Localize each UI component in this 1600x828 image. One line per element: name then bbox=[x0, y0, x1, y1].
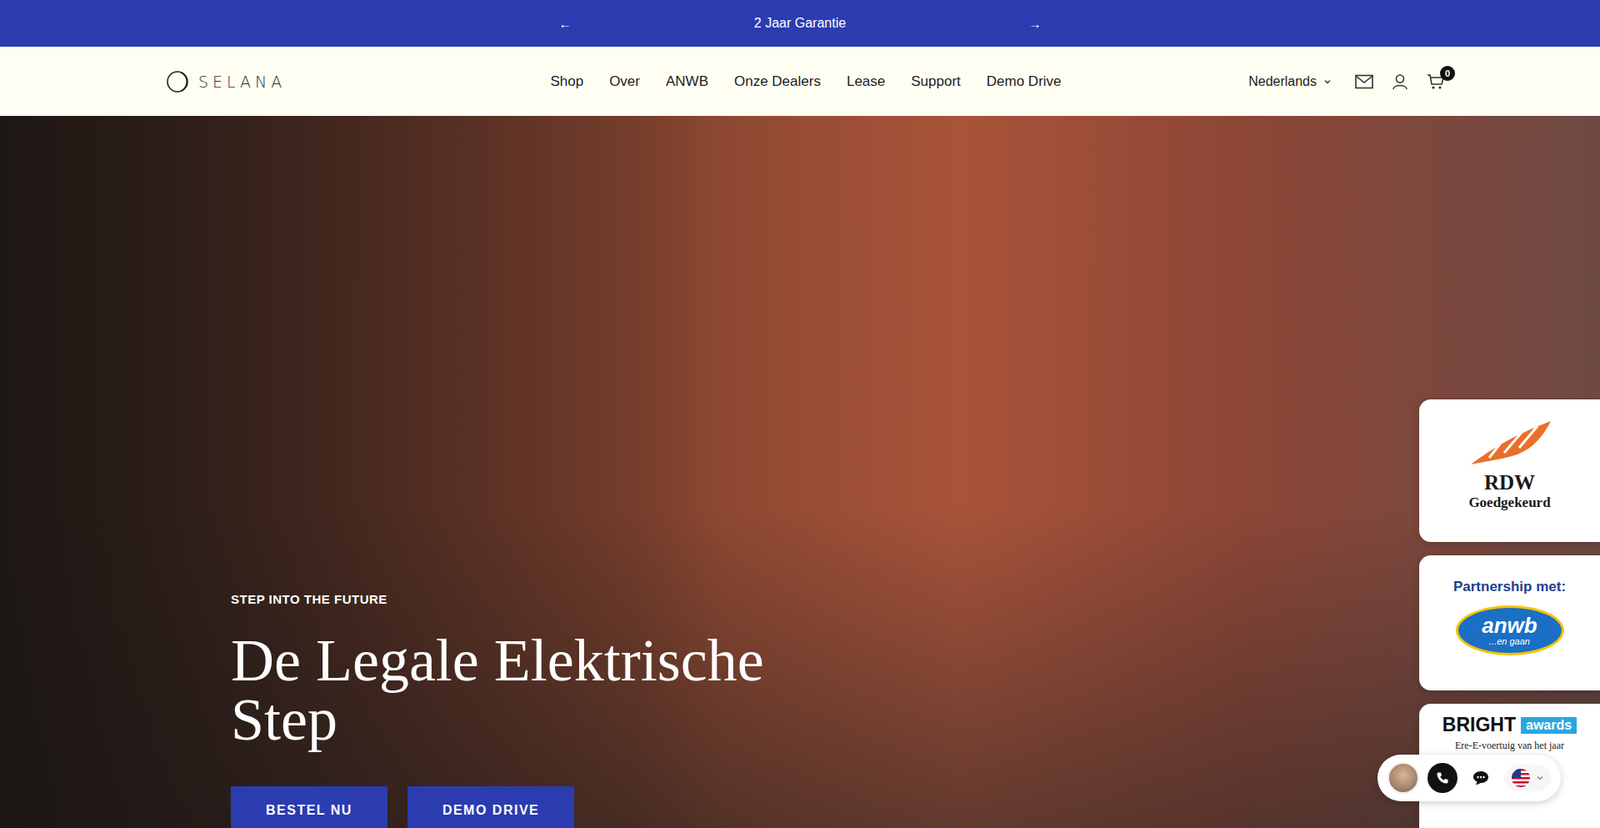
language-label: Nederlands bbox=[1248, 74, 1317, 90]
cart-button[interactable]: 0 bbox=[1426, 73, 1445, 90]
nav-link[interactable]: Demo Drive bbox=[986, 73, 1062, 90]
nav-link[interactable]: Shop bbox=[550, 73, 584, 90]
chat-bubble-icon bbox=[1472, 770, 1490, 785]
hero-button[interactable]: BESTEL NU bbox=[230, 785, 388, 828]
hero-photo: STEP INTO THE FUTURE De Legale Elektrisch… bbox=[0, 115, 1600, 828]
anwb-logo-text: anwb bbox=[1481, 614, 1537, 636]
chevron-down-icon bbox=[1323, 77, 1332, 86]
bright-tag: awards bbox=[1520, 716, 1577, 734]
announcement-bar: ←2 Jaar Garantie→ bbox=[0, 0, 1600, 47]
chat-button[interactable] bbox=[1465, 762, 1496, 793]
user-icon bbox=[1391, 73, 1409, 90]
badge-card[interactable]: Partnership met: anwb...en gaan bbox=[1419, 555, 1600, 690]
cart-count-badge: 0 bbox=[1440, 65, 1455, 81]
hero-title: De Legale Elektrische Step bbox=[230, 630, 831, 750]
logo[interactable]: SELANA bbox=[166, 70, 550, 94]
us-flag-icon bbox=[1510, 767, 1531, 788]
nav-link[interactable]: Over bbox=[609, 73, 640, 90]
call-button[interactable] bbox=[1427, 762, 1458, 793]
badge-card[interactable]: RDWGoedgekeurd bbox=[1419, 399, 1600, 542]
widget-language-button[interactable] bbox=[1504, 764, 1551, 791]
hero-content: STEP INTO THE FUTURE De Legale Elektrisch… bbox=[0, 115, 1600, 828]
hero-eyebrow: STEP INTO THE FUTURE bbox=[230, 591, 1600, 606]
announcement-text: 2 Jaar Garantie bbox=[575, 15, 1025, 31]
header: SELANA Shop Over ANWB Onze Dealers Lease Suppo… bbox=[0, 46, 1600, 116]
contact-widget bbox=[1377, 754, 1561, 801]
logo-rings-icon bbox=[166, 70, 194, 94]
bright-logo: BRIGHTawards bbox=[1442, 713, 1577, 736]
rdw-subtitle: Goedgekeurd bbox=[1468, 494, 1550, 511]
phone-icon bbox=[1435, 770, 1450, 785]
anwb-tagline: ...en gaan bbox=[1489, 635, 1530, 646]
nav-link[interactable]: Support bbox=[910, 73, 961, 90]
rdw-leaf-icon bbox=[1464, 415, 1556, 468]
account-button[interactable] bbox=[1391, 73, 1409, 90]
nav-link[interactable]: Onze Dealers bbox=[734, 73, 821, 90]
rdw-title: RDW bbox=[1484, 470, 1535, 495]
main-nav: Shop Over ANWB Onze Dealers Lease Support Demo… bbox=[550, 73, 1061, 90]
anwb-logo: anwb...en gaan bbox=[1455, 605, 1565, 655]
bright-caption: Ere-E-voertuig van het jaar bbox=[1455, 739, 1565, 752]
mail-button[interactable] bbox=[1355, 74, 1374, 90]
agent-avatar[interactable] bbox=[1387, 761, 1420, 794]
previous-button[interactable]: ← bbox=[555, 16, 575, 31]
page: ←2 Jaar Garantie→ SELANA Shop Over ANWB Onze … bbox=[0, 0, 1600, 828]
logo-text: SELANA bbox=[198, 72, 286, 91]
next-button[interactable]: → bbox=[1025, 16, 1045, 31]
mail-icon bbox=[1355, 74, 1374, 90]
bright-logo-text: BRIGHT bbox=[1442, 713, 1516, 736]
language-select[interactable]: Nederlands bbox=[1248, 74, 1332, 90]
chevron-down-icon bbox=[1535, 773, 1545, 782]
nav-link[interactable]: Lease bbox=[846, 73, 885, 90]
anwb-heading: Partnership met: bbox=[1453, 578, 1566, 595]
hero-button[interactable]: DEMO DRIVE bbox=[407, 785, 575, 828]
header-tools: Nederlands 0 bbox=[1061, 73, 1445, 90]
nav-link[interactable]: ANWB bbox=[665, 73, 709, 90]
